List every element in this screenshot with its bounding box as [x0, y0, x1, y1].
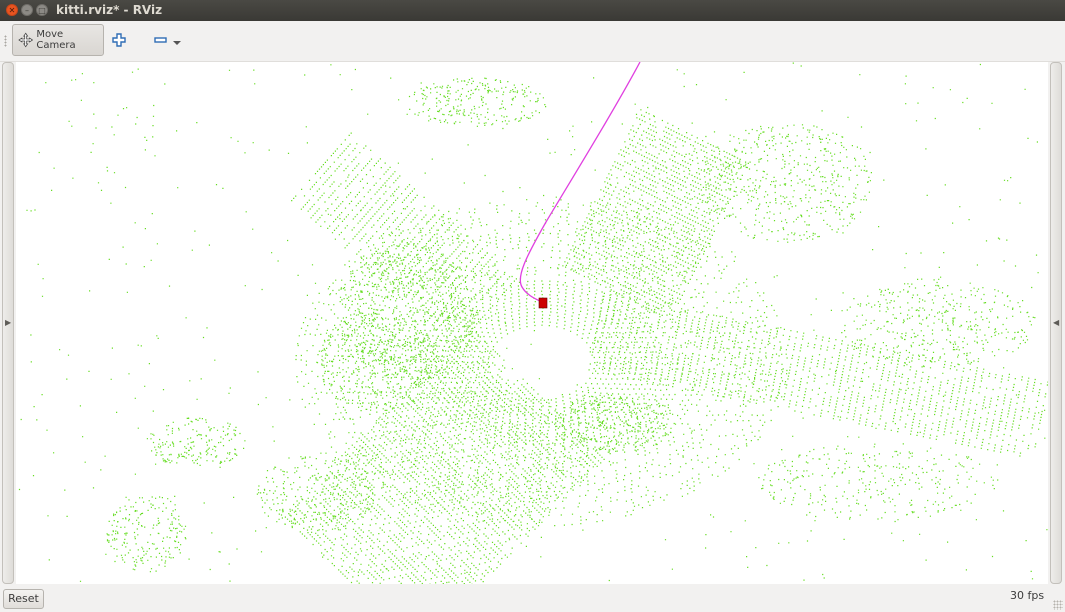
fps-readout: 30 fps — [1010, 589, 1045, 602]
reset-button[interactable]: Reset — [3, 589, 44, 609]
minimize-window-button[interactable]: – — [21, 4, 33, 16]
move-camera-button[interactable]: Move Camera — [12, 24, 104, 56]
vehicle-marker — [538, 297, 548, 309]
close-window-button[interactable]: ✕ — [6, 4, 18, 16]
minus-icon[interactable] — [153, 33, 183, 47]
maximize-window-button[interactable]: □ — [36, 4, 48, 16]
right-panel-toggle[interactable]: ◀ — [1050, 62, 1062, 584]
toolbar: Move Camera — [0, 21, 1065, 62]
left-panel-toggle[interactable]: ▶ — [2, 62, 14, 584]
window-title: kitti.rviz* - RViz — [56, 3, 163, 17]
title-bar: ✕ – □ kitti.rviz* - RViz — [0, 0, 1065, 21]
toolbar-grip[interactable] — [4, 35, 7, 47]
expand-right-icon: ▶ — [5, 318, 12, 327]
render-viewport[interactable] — [16, 62, 1048, 584]
point-cloud — [18, 62, 1048, 584]
status-bar: Reset 30 fps — [0, 586, 1065, 612]
point-cloud-scene — [18, 62, 1048, 584]
resize-grip[interactable] — [1053, 600, 1063, 610]
plus-icon[interactable] — [112, 33, 126, 47]
expand-left-icon: ◀ — [1053, 318, 1060, 327]
move-camera-label: Move Camera — [36, 29, 76, 51]
chevron-down-icon — [173, 41, 181, 45]
move-camera-icon — [18, 32, 34, 48]
